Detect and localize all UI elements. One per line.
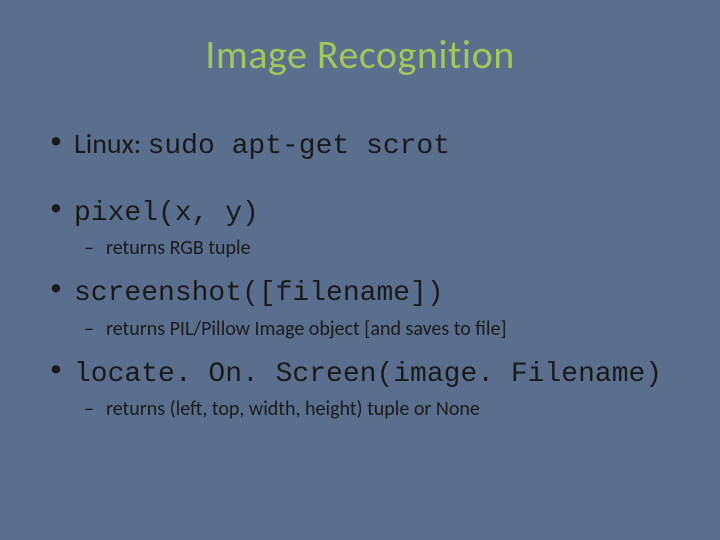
slide: Image Recognition Linux: sudo apt-get sc… [0, 0, 720, 540]
bullet-code: locate. On. Screen(image. Filename) [74, 359, 662, 390]
bullet-list: Linux: sudo apt-get scrot pixel(x, y) re… [50, 127, 670, 421]
sub-item: returns PIL/Pillow Image object [and sav… [50, 317, 670, 341]
sub-list: returns RGB tuple [50, 236, 670, 260]
sub-list: returns (left, top, width, height) tuple… [50, 397, 670, 421]
slide-title: Image Recognition [50, 30, 670, 79]
sub-item: returns RGB tuple [50, 236, 670, 260]
bullet-item: Linux: sudo apt-get scrot [50, 127, 670, 164]
bullet-item: locate. On. Screen(image. Filename) [50, 355, 670, 392]
bullet-item: pixel(x, y) [50, 194, 670, 231]
bullet-code: sudo apt-get scrot [148, 131, 450, 162]
bullet-code: pixel(x, y) [74, 198, 259, 229]
bullet-intro: Linux: [74, 126, 148, 161]
sub-list: returns PIL/Pillow Image object [and sav… [50, 317, 670, 341]
bullet-code: screenshot([filename]) [74, 278, 444, 309]
bullet-item: screenshot([filename]) [50, 274, 670, 311]
sub-item: returns (left, top, width, height) tuple… [50, 397, 670, 421]
